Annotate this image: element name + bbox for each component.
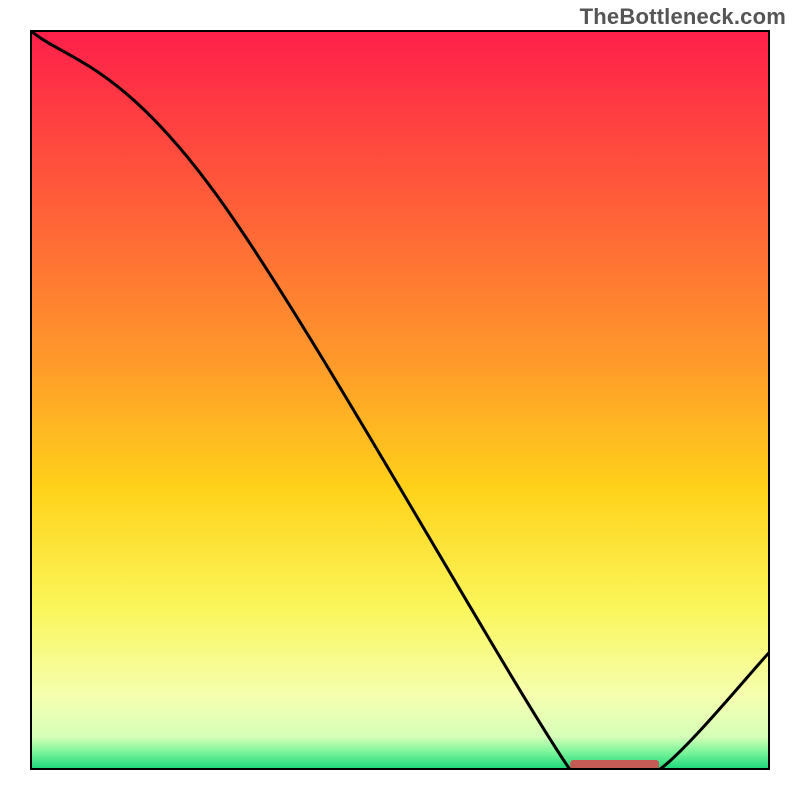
chart-container: TheBottleneck.com [0, 0, 800, 800]
plot-area [30, 30, 770, 770]
gradient-background [30, 30, 770, 770]
chart-svg [30, 30, 770, 770]
watermark-text: TheBottleneck.com [580, 4, 786, 30]
